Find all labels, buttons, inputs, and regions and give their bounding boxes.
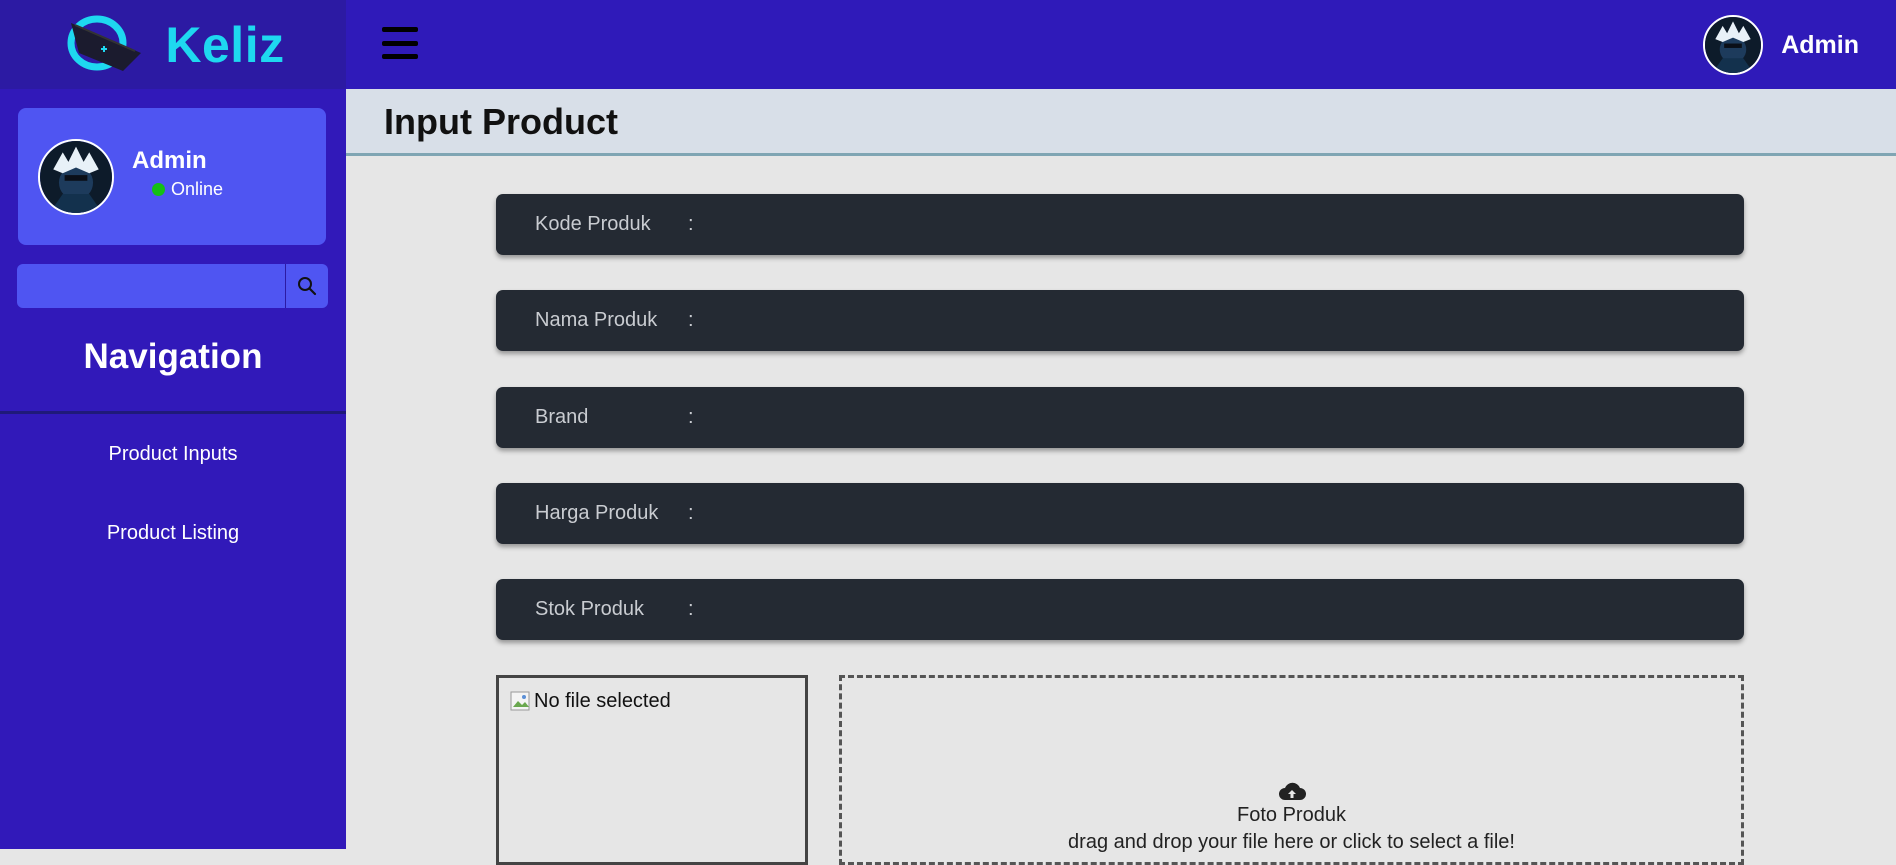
field-label: Stok Produk — [535, 598, 644, 620]
preview-text: No file selected — [534, 690, 671, 712]
sidebar-item-product-inputs[interactable]: Product Inputs — [0, 443, 346, 466]
status-label: Online — [171, 179, 224, 199]
field-label: Harga Produk — [535, 502, 659, 524]
nav-title: Navigation — [83, 337, 263, 376]
top-user-menu[interactable]: Admin — [1703, 15, 1859, 75]
dropzone-hint: drag and drop your file here or click to… — [1068, 831, 1515, 853]
menu-icon[interactable] — [382, 27, 418, 59]
field-kode-produk: Kode Produk : — [496, 194, 1744, 255]
field-colon: : — [688, 213, 694, 235]
field-colon: : — [688, 406, 694, 428]
nama-produk-input[interactable] — [711, 300, 1724, 341]
field-nama-produk: Nama Produk : — [496, 290, 1744, 351]
sidebar-item-product-listing[interactable]: Product Listing — [0, 522, 346, 545]
field-harga-produk: Harga Produk : — [496, 483, 1744, 544]
field-label: Kode Produk — [535, 213, 651, 235]
kode-produk-input[interactable] — [711, 204, 1724, 245]
online-status-dot — [152, 183, 165, 196]
field-brand: Brand : — [496, 387, 1744, 448]
file-dropzone[interactable]: Foto Produk drag and drop your file here… — [839, 675, 1744, 865]
field-colon: : — [688, 502, 694, 524]
search-icon — [298, 277, 317, 296]
broken-image-icon — [510, 691, 530, 710]
user-name: Admin — [132, 147, 207, 174]
field-stok-produk: Stok Produk : — [496, 579, 1744, 640]
harga-produk-input[interactable] — [711, 493, 1724, 534]
logo-icon — [67, 15, 142, 71]
sidebar: Keliz Admin Online Navigation Product In… — [0, 0, 346, 849]
image-preview: No file selected — [496, 675, 808, 865]
sidebar-search — [17, 264, 328, 308]
page-header: Input Product — [346, 89, 1896, 156]
avatar — [38, 138, 114, 215]
stok-produk-input[interactable] — [711, 589, 1724, 630]
field-label: Brand — [535, 406, 589, 428]
user-status: Online — [152, 179, 223, 200]
dropzone-title: Foto Produk — [1237, 804, 1346, 826]
nav-divider — [0, 411, 346, 414]
search-button[interactable] — [285, 264, 328, 308]
brand-input[interactable] — [711, 397, 1724, 438]
upload-cloud-icon — [1278, 782, 1306, 800]
page-title: Input Product — [384, 101, 618, 142]
brand[interactable]: Keliz — [0, 0, 346, 89]
brand-name: Keliz — [165, 16, 285, 73]
search-input[interactable] — [17, 264, 285, 308]
field-colon: : — [688, 309, 694, 331]
field-colon: : — [688, 598, 694, 620]
field-label: Nama Produk — [535, 309, 658, 331]
topbar: Admin — [346, 0, 1896, 89]
top-username: Admin — [1781, 30, 1859, 59]
avatar — [1703, 15, 1764, 75]
user-card: Admin Online — [18, 108, 326, 245]
